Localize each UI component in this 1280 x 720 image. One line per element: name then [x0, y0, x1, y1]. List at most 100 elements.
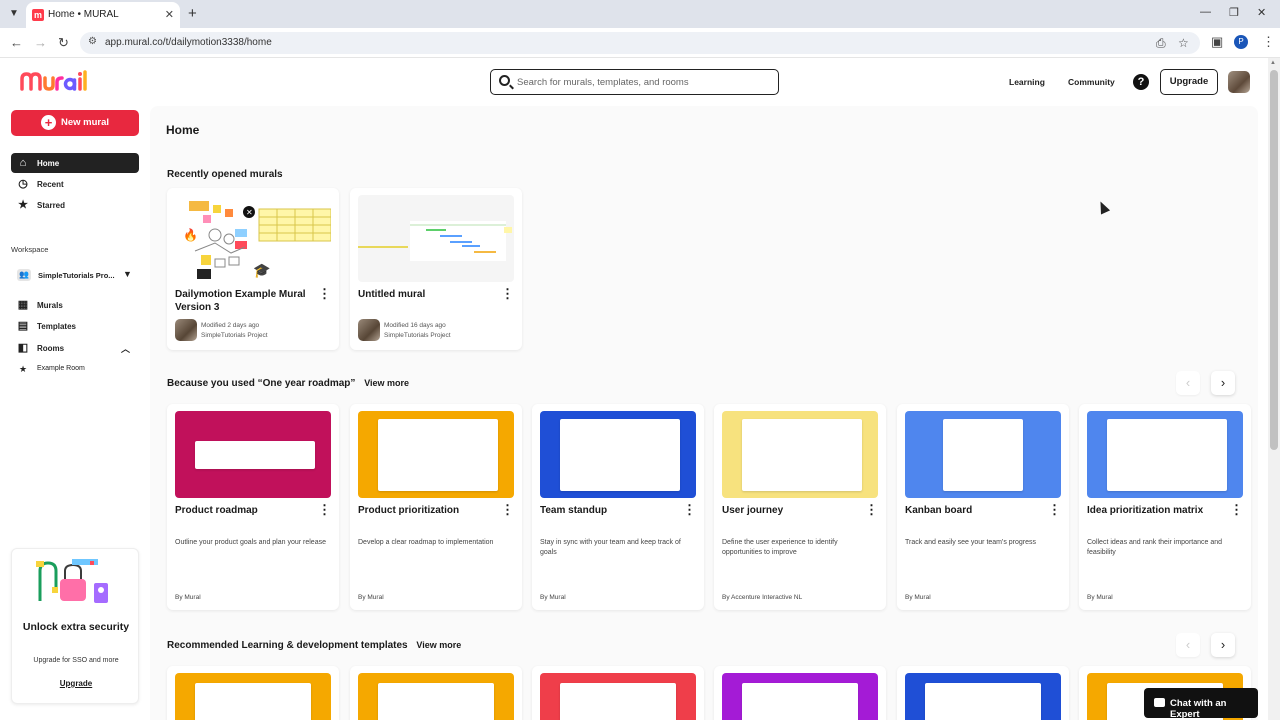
workspace-selector[interactable]: 👥 SimpleTutorials Pro... ▼: [11, 264, 139, 286]
chevron-up-icon[interactable]: ︿: [121, 342, 130, 355]
carousel-next-icon[interactable]: ›: [1211, 633, 1235, 657]
restore-icon[interactable]: ❐: [1229, 6, 1239, 19]
chevron-down-icon: ▼: [123, 269, 132, 279]
template-card[interactable]: Product prioritization ⋮ Develop a clear r…: [350, 404, 522, 610]
security-lock-illustration: [36, 559, 108, 603]
clock-icon: ◷: [18, 178, 28, 190]
murals-icon: ▦: [17, 299, 29, 311]
view-more-link[interactable]: View more: [416, 640, 461, 650]
browser-tab-bar: ▼ m Home • MURAL ✕ + — ❐ ✕: [0, 0, 1280, 28]
template-thumbnail: [175, 411, 331, 498]
new-mural-label: New mural: [61, 117, 110, 128]
sidebar-item-label: Templates: [37, 322, 76, 331]
install-app-icon[interactable]: ⎙: [1156, 36, 1166, 51]
template-title: Product prioritization: [358, 505, 460, 516]
mural-logo[interactable]: [20, 70, 88, 98]
template-title: User journey: [722, 505, 784, 516]
template-card[interactable]: Idea prioritization matrix ⋮ Collect ideas…: [1079, 404, 1251, 610]
learning-link[interactable]: Learning: [1009, 77, 1045, 87]
side-panel-icon[interactable]: ▣: [1211, 34, 1223, 50]
mural-preview-image: ✕ 🔥 🎓: [183, 201, 331, 279]
mural-card[interactable]: Untitled mural ⋮ Modified 16 days ago Si…: [350, 188, 522, 350]
sidebar-item-home[interactable]: ⌂ Home: [11, 153, 139, 173]
browser-menu-icon[interactable]: ⋮: [1262, 34, 1275, 50]
bookmark-star-icon[interactable]: ☆: [1178, 36, 1189, 50]
template-author: By Accenture Interactive NL: [722, 594, 803, 601]
template-card[interactable]: [350, 666, 522, 720]
template-card[interactable]: [897, 666, 1069, 720]
chat-with-expert-button[interactable]: Chat with an Expert: [1144, 688, 1258, 720]
minimize-icon[interactable]: —: [1200, 6, 1211, 18]
scroll-thumb[interactable]: [1270, 70, 1278, 450]
sidebar-item-rooms[interactable]: ◧ Rooms ︿: [11, 338, 139, 358]
more-options-icon[interactable]: ⋮: [501, 503, 514, 516]
view-more-link[interactable]: View more: [364, 378, 409, 388]
mural-meta: Modified 2 days ago SimpleTutorials Proj…: [201, 321, 268, 341]
browser-tab[interactable]: m Home • MURAL ✕: [26, 2, 180, 28]
more-options-icon[interactable]: ⋮: [1230, 503, 1243, 516]
sidebar-item-templates[interactable]: ▤ Templates: [11, 316, 139, 336]
tab-search-chevron-icon[interactable]: ▼: [6, 6, 22, 22]
search-box[interactable]: [490, 69, 779, 95]
upgrade-button[interactable]: Upgrade: [1160, 69, 1218, 95]
help-icon[interactable]: ?: [1133, 74, 1149, 90]
template-card[interactable]: Team standup ⋮ Stay in sync with your team…: [532, 404, 704, 610]
search-input[interactable]: [517, 74, 772, 90]
more-options-icon[interactable]: ⋮: [318, 287, 331, 300]
owner-avatar: [175, 319, 197, 341]
sidebar: + New mural ⌂ Home ◷ Recent ★ Starred Wo…: [0, 106, 150, 720]
chat-icon: [1154, 698, 1165, 707]
carousel-next-icon[interactable]: ›: [1211, 371, 1235, 395]
carousel-prev-icon[interactable]: ‹: [1176, 633, 1200, 657]
template-thumbnail: [358, 673, 514, 720]
template-description: Develop a clear roadmap to implementatio…: [358, 539, 494, 546]
address-bar: ← → ↻ ⚙ app.mural.co/t/dailymotion3338/h…: [0, 28, 1280, 58]
template-card[interactable]: Product roadmap ⋮ Outline your product goa…: [167, 404, 339, 610]
sidebar-item-starred[interactable]: ★ Starred: [11, 195, 139, 215]
more-options-icon[interactable]: ⋮: [1048, 503, 1061, 516]
template-card[interactable]: User journey ⋮ Define the user experience …: [714, 404, 886, 610]
star-icon: ★: [18, 364, 28, 374]
community-link[interactable]: Community: [1068, 77, 1115, 87]
tab-close-icon[interactable]: ✕: [165, 8, 174, 21]
browser-profile-avatar[interactable]: P: [1234, 35, 1248, 49]
more-options-icon[interactable]: ⋮: [683, 503, 696, 516]
upsell-upgrade-link[interactable]: Upgrade: [12, 679, 140, 688]
template-preview: [195, 441, 315, 469]
sidebar-item-label: Home: [37, 159, 60, 168]
window-close-icon[interactable]: ✕: [1257, 6, 1266, 19]
upsell-subtitle: Upgrade for SSO and more: [33, 657, 119, 664]
new-mural-button[interactable]: + New mural: [11, 110, 139, 136]
chat-label: Chat with an Expert: [1170, 698, 1227, 720]
template-card[interactable]: [167, 666, 339, 720]
template-card[interactable]: Kanban board ⋮ Track and easily see your t…: [897, 404, 1069, 610]
mural-card[interactable]: ✕ 🔥 🎓 Dailymotion Example Mural Version …: [167, 188, 339, 350]
new-tab-icon[interactable]: +: [188, 5, 197, 22]
template-thumbnail: [905, 411, 1061, 498]
sidebar-item-example-room[interactable]: ★ Example Room: [11, 359, 139, 379]
back-icon[interactable]: ←: [10, 35, 23, 50]
site-info-icon[interactable]: ⚙: [88, 36, 97, 47]
reload-icon[interactable]: ↻: [58, 35, 69, 51]
sidebar-item-recent[interactable]: ◷ Recent: [11, 174, 139, 194]
sidebar-item-murals[interactable]: ▦ Murals: [11, 295, 139, 315]
home-icon: ⌂: [19, 157, 27, 169]
template-author: By Mural: [540, 594, 566, 601]
template-card[interactable]: [714, 666, 886, 720]
more-options-icon[interactable]: ⋮: [318, 503, 331, 516]
mural-thumbnail: ✕ 🔥 🎓: [175, 195, 331, 282]
main-content: Home Recently opened murals ✕ 🔥 🎓 Dailym…: [150, 106, 1258, 720]
forward-icon[interactable]: →: [34, 35, 47, 50]
modified-text: Modified 2 days ago: [201, 322, 260, 329]
url-field[interactable]: ⚙ app.mural.co/t/dailymotion3338/home ⎙ …: [80, 32, 1200, 54]
carousel-prev-icon[interactable]: ‹: [1176, 371, 1200, 395]
user-avatar[interactable]: [1228, 71, 1250, 93]
scroll-up-icon[interactable]: ▲: [1270, 60, 1276, 66]
page-scrollbar[interactable]: ▲: [1268, 58, 1280, 720]
template-author: By Mural: [1087, 594, 1113, 601]
more-options-icon[interactable]: ⋮: [501, 287, 514, 300]
template-card[interactable]: [532, 666, 704, 720]
template-title: Kanban board: [905, 505, 973, 516]
more-options-icon[interactable]: ⋮: [865, 503, 878, 516]
team-icon: 👥: [17, 269, 31, 281]
